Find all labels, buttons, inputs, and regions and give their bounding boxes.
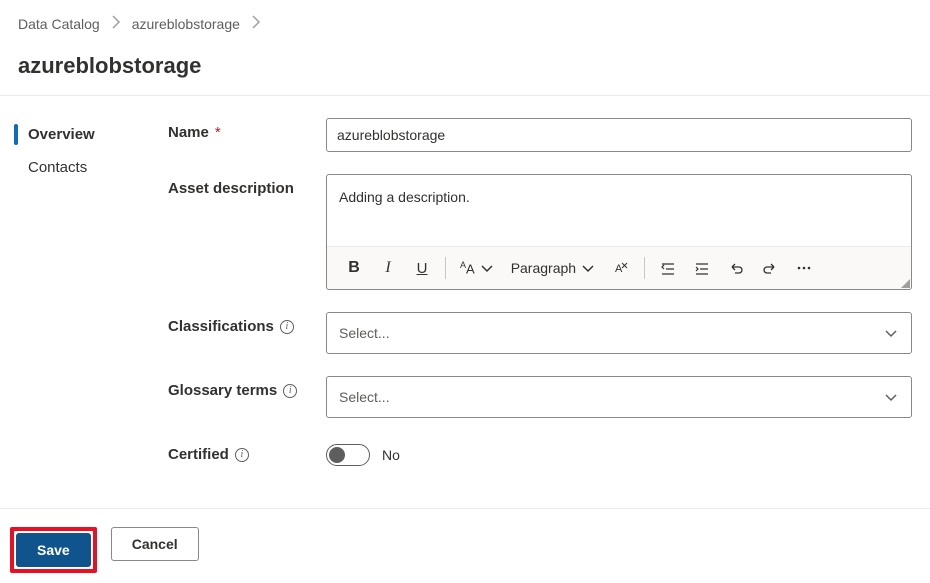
chevron-right-icon [108, 14, 124, 33]
info-icon[interactable]: i [235, 448, 249, 462]
sidebar-item-contacts[interactable]: Contacts [0, 151, 150, 184]
underline-button[interactable]: U [405, 253, 439, 283]
name-input[interactable] [326, 118, 912, 152]
more-button[interactable] [787, 253, 821, 283]
outdent-icon [660, 260, 676, 276]
redo-icon [762, 260, 778, 276]
name-label: Name* [168, 118, 326, 141]
editor-toolbar: B I U AA Paragraph [327, 247, 911, 289]
indent-icon [694, 260, 710, 276]
ellipsis-icon [796, 260, 812, 276]
clear-format-icon: A [613, 260, 629, 276]
clear-format-button[interactable]: A [604, 253, 638, 283]
cancel-button[interactable]: Cancel [111, 527, 199, 561]
save-button[interactable]: Save [16, 533, 91, 567]
font-size-icon: AA [460, 260, 475, 276]
footer-actions: Save Cancel [0, 509, 930, 583]
info-icon[interactable]: i [283, 384, 297, 398]
breadcrumb: Data Catalog azureblobstorage [0, 0, 930, 39]
svg-text:A: A [615, 263, 623, 275]
font-size-dropdown[interactable]: AA [452, 253, 503, 283]
undo-icon [728, 260, 744, 276]
glossary-select[interactable]: Select... [326, 376, 912, 418]
classifications-label: Classifications i [168, 312, 326, 335]
paragraph-style-dropdown[interactable]: Paragraph [503, 253, 604, 283]
indent-button[interactable] [685, 253, 719, 283]
chevron-down-icon [883, 325, 899, 341]
chevron-down-icon [479, 260, 495, 276]
chevron-right-icon [248, 14, 264, 33]
breadcrumb-item-asset[interactable]: azureblobstorage [132, 16, 240, 32]
resize-handle[interactable] [901, 279, 910, 288]
undo-button[interactable] [719, 253, 753, 283]
italic-button[interactable]: I [371, 253, 405, 283]
description-label: Asset description [168, 174, 326, 197]
chevron-down-icon [883, 389, 899, 405]
info-icon[interactable]: i [280, 320, 294, 334]
highlight-save: Save [10, 527, 97, 573]
sidebar: Overview Contacts [0, 104, 150, 488]
page-title: azureblobstorage [0, 39, 930, 95]
description-editor: Adding a description. B I U AA Parag [326, 174, 912, 290]
redo-button[interactable] [753, 253, 787, 283]
sidebar-item-overview[interactable]: Overview [0, 118, 150, 151]
certified-label: Certified i [168, 440, 326, 463]
certified-toggle[interactable] [326, 444, 370, 466]
classifications-select[interactable]: Select... [326, 312, 912, 354]
outdent-button[interactable] [651, 253, 685, 283]
certified-value-label: No [382, 447, 400, 463]
bold-button[interactable]: B [337, 253, 371, 283]
glossary-label: Glossary terms i [168, 376, 326, 399]
breadcrumb-item-root[interactable]: Data Catalog [18, 16, 100, 32]
description-textarea[interactable]: Adding a description. [327, 175, 911, 247]
chevron-down-icon [580, 260, 596, 276]
